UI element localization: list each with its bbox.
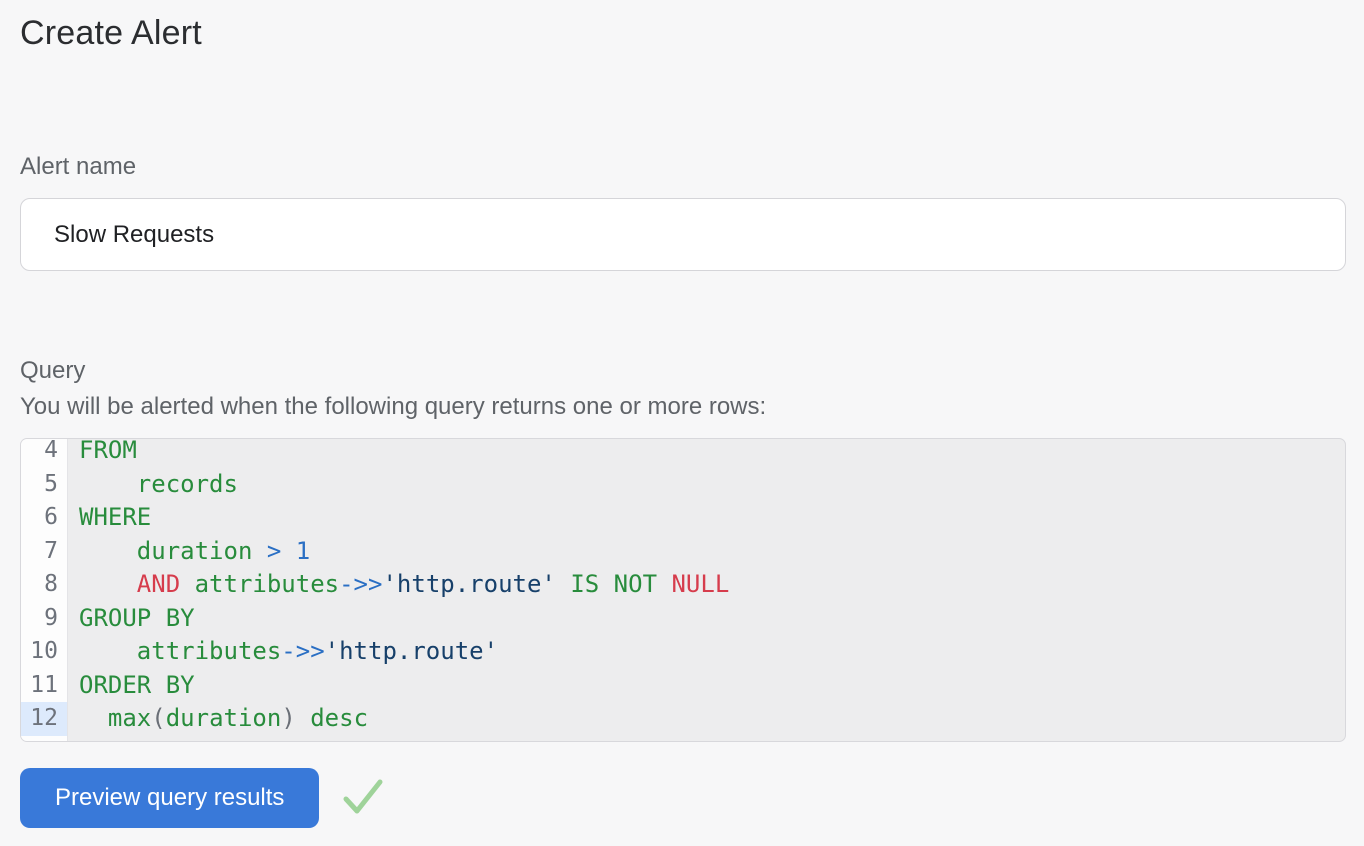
- code-text: records: [67, 468, 1345, 502]
- page-title: Create Alert: [20, 10, 1346, 56]
- code-line: 12 max(duration) desc: [21, 702, 1345, 736]
- create-alert-page: Create Alert Alert name Query You will b…: [0, 0, 1364, 846]
- code-text: AND attributes->>'http.route' IS NOT NUL…: [67, 568, 1345, 602]
- code-line: 7 duration > 1: [21, 535, 1345, 569]
- code-line: 4FROM: [21, 438, 1345, 468]
- code-text: ORDER BY: [67, 669, 1345, 703]
- code-line: 6WHERE: [21, 501, 1345, 535]
- alert-name-label: Alert name: [20, 152, 1346, 182]
- actions-row: Preview query results: [20, 768, 1346, 828]
- code-text: FROM: [67, 438, 1345, 468]
- code-line: 9GROUP BY: [21, 602, 1345, 636]
- line-number: 6: [21, 501, 67, 535]
- line-number: 4: [21, 438, 67, 468]
- code-line: 8 AND attributes->>'http.route' IS NOT N…: [21, 568, 1345, 602]
- check-icon: [342, 777, 384, 819]
- line-number: 8: [21, 568, 67, 602]
- alert-name-input[interactable]: [20, 198, 1346, 271]
- code-lines: 4FROM5 records6WHERE7 duration > 18 AND …: [21, 438, 1345, 736]
- query-description: You will be alerted when the following q…: [20, 392, 1346, 422]
- code-text: WHERE: [67, 501, 1345, 535]
- code-line: 5 records: [21, 468, 1345, 502]
- query-label: Query: [20, 356, 1346, 386]
- line-number: 12: [21, 702, 67, 736]
- code-line: 10 attributes->>'http.route': [21, 635, 1345, 669]
- line-number: 11: [21, 669, 67, 703]
- line-number: 7: [21, 535, 67, 569]
- line-number: 10: [21, 635, 67, 669]
- preview-query-results-button[interactable]: Preview query results: [20, 768, 319, 828]
- query-code-editor[interactable]: 4FROM5 records6WHERE7 duration > 18 AND …: [20, 438, 1346, 742]
- code-text: max(duration) desc: [67, 702, 1345, 736]
- code-text: GROUP BY: [67, 602, 1345, 636]
- line-number: 5: [21, 468, 67, 502]
- code-text: attributes->>'http.route': [67, 635, 1345, 669]
- code-text: duration > 1: [67, 535, 1345, 569]
- line-number: 9: [21, 602, 67, 636]
- code-line: 11ORDER BY: [21, 669, 1345, 703]
